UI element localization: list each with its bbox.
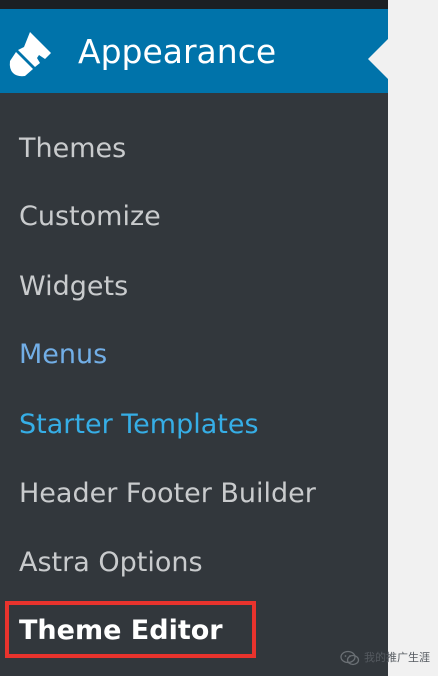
current-menu-arrow [368, 39, 388, 79]
submenu-item-customize[interactable]: Customize [19, 200, 161, 234]
appearance-menu-label: Appearance [78, 32, 277, 71]
submenu-item-theme-editor[interactable]: Theme Editor [19, 614, 223, 648]
watermark-text: 我的推广生涯 [364, 651, 430, 664]
submenu-item-astra-options[interactable]: Astra Options [19, 546, 203, 580]
previous-menu-strip [0, 0, 388, 9]
screenshot-stage: Appearance Themes Customize Widgets Menu… [0, 0, 438, 676]
submenu-item-menus[interactable]: Menus [19, 338, 107, 372]
submenu-item-widgets[interactable]: Widgets [19, 270, 128, 304]
appearance-menu-header[interactable]: Appearance [0, 9, 388, 93]
paintbrush-icon [6, 26, 60, 80]
wechat-icon [340, 650, 360, 666]
appearance-submenu [0, 93, 388, 676]
submenu-item-header-footer-builder[interactable]: Header Footer Builder [19, 477, 316, 511]
admin-sidebar: Appearance Themes Customize Widgets Menu… [0, 0, 388, 676]
watermark: 我的推广生涯 [340, 649, 438, 667]
submenu-item-themes[interactable]: Themes [19, 132, 126, 166]
submenu-item-starter-templates[interactable]: Starter Templates [19, 408, 259, 442]
